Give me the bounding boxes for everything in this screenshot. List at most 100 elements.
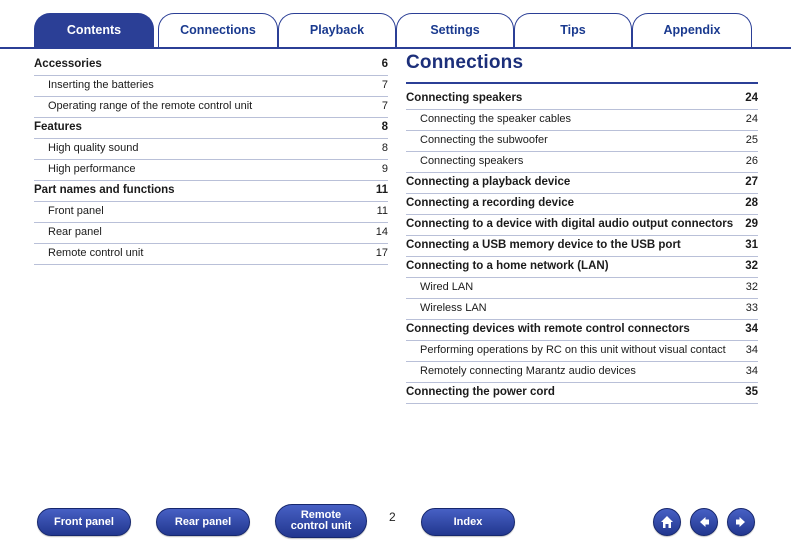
toc-entry-label: Connecting a USB memory device to the US… [406, 239, 681, 251]
previous-page-icon[interactable] [690, 508, 718, 536]
toc-entry[interactable]: Connecting speakers 26 [406, 153, 758, 171]
toc-entry[interactable]: Remote control unit 17 [34, 245, 388, 263]
toc-separator [406, 109, 758, 110]
toc-entry-label: Connecting to a device with digital audi… [406, 218, 734, 230]
toc-entry[interactable]: Connecting the speaker cables 24 [406, 111, 758, 129]
toc-separator [406, 361, 758, 362]
toc-entry[interactable]: Front panel 11 [34, 203, 388, 221]
toc-separator [406, 319, 758, 320]
tab-tips[interactable]: Tips [514, 13, 632, 48]
next-page-icon[interactable] [727, 508, 755, 536]
toc-separator [34, 138, 388, 139]
toc-separator [406, 403, 758, 404]
toc-separator [406, 235, 758, 236]
toc-entry[interactable]: Performing operations by RC on this unit… [406, 342, 758, 360]
toc-separator [34, 222, 388, 223]
toc-separator [406, 193, 758, 194]
toc-entry-label: Wired LAN [420, 281, 474, 293]
footer-bar: Front panel Rear panel Remote control un… [0, 495, 791, 557]
toc-entry[interactable]: Wireless LAN 33 [406, 300, 758, 318]
toc-entry[interactable]: Connecting to a device with digital audi… [406, 216, 758, 234]
toc-entry[interactable]: Connecting a playback device 27 [406, 174, 758, 192]
toc-entry-label: Accessories [34, 58, 102, 70]
toc-entry-page: 35 [745, 386, 758, 398]
toc-entry[interactable]: Connecting speakers 24 [406, 90, 758, 108]
toc-entry[interactable]: Connecting devices with remote control c… [406, 321, 758, 339]
toc-entry-label: Wireless LAN [420, 302, 487, 314]
toc-entry-label: Connecting devices with remote control c… [406, 323, 690, 335]
toc-entry-label: Connecting speakers [406, 92, 523, 104]
toc-entry-page: 24 [745, 113, 758, 125]
toc-entry[interactable]: High performance 9 [34, 161, 388, 179]
toc-entry-page: 31 [745, 239, 758, 251]
tab-contents[interactable]: Contents [34, 13, 154, 48]
document-page: Contents Connections Playback Settings T… [0, 0, 791, 557]
toc-entry-page: 14 [375, 226, 388, 238]
toc-entry-label: Operating range of the remote control un… [48, 100, 253, 112]
rear-panel-button[interactable]: Rear panel [156, 508, 250, 536]
front-panel-button[interactable]: Front panel [37, 508, 131, 536]
toc-separator [406, 256, 758, 257]
toc-entry[interactable]: Connecting to a home network (LAN) 32 [406, 258, 758, 276]
toc-entry-label: Front panel [48, 205, 104, 217]
toc-entry-page: 29 [745, 218, 758, 230]
page-title: Connections [406, 52, 524, 73]
toc-entry[interactable]: Connecting the power cord 35 [406, 384, 758, 402]
toc-entry-page: 9 [381, 163, 388, 175]
toc-entry[interactable]: High quality sound 8 [34, 140, 388, 158]
toc-separator [34, 75, 388, 76]
toc-entry[interactable]: Remotely connecting Marantz audio device… [406, 363, 758, 381]
toc-separator [406, 172, 758, 173]
toc-entry-label: Connecting a playback device [406, 176, 571, 188]
toc-separator [406, 340, 758, 341]
toc-entry-label: Rear panel [48, 226, 102, 238]
toc-entry-page: 7 [381, 79, 388, 91]
toc-entry-page: 32 [745, 260, 758, 272]
toc-entry[interactable]: Part names and functions 11 [34, 182, 388, 200]
toc-separator [406, 214, 758, 215]
toc-entry[interactable]: Connecting the subwoofer 25 [406, 132, 758, 150]
toc-entry-page: 26 [745, 155, 758, 167]
toc-entry[interactable]: Features 8 [34, 119, 388, 137]
tab-connections[interactable]: Connections [158, 13, 278, 48]
toc-entry[interactable]: Connecting a recording device 28 [406, 195, 758, 213]
toc-entry-page: 11 [376, 205, 388, 217]
toc-entry-label: Inserting the batteries [48, 79, 154, 91]
toc-separator [34, 180, 388, 181]
toc-entry-page: 8 [381, 142, 388, 154]
toc-separator [406, 277, 758, 278]
toc-entry-label: High performance [48, 163, 136, 175]
toc-entry-page: 28 [745, 197, 758, 209]
toc-entry-label: Connecting the subwoofer [420, 134, 548, 146]
toc-entry-page: 34 [745, 365, 758, 377]
index-button[interactable]: Index [421, 508, 515, 536]
toc-entry-page: 34 [745, 344, 758, 356]
page-number: 2 [389, 510, 396, 524]
toc-entry[interactable]: Operating range of the remote control un… [34, 98, 388, 116]
home-icon[interactable] [653, 508, 681, 536]
toc-entry-label: Connecting speakers [420, 155, 524, 167]
toc-entry-label: Remotely connecting Marantz audio device… [420, 365, 636, 377]
tab-appendix[interactable]: Appendix [632, 13, 752, 48]
toc-entry[interactable]: Connecting a USB memory device to the US… [406, 237, 758, 255]
toc-entry[interactable]: Wired LAN 32 [406, 279, 758, 297]
remote-control-unit-button[interactable]: Remote control unit [275, 504, 367, 538]
toc-separator [34, 96, 388, 97]
toc-entry-page: 27 [745, 176, 758, 188]
toc-separator [406, 298, 758, 299]
title-rule [406, 82, 758, 84]
toc-separator [34, 201, 388, 202]
toc-entry[interactable]: Inserting the batteries 7 [34, 77, 388, 95]
toc-entry-page: 25 [745, 134, 758, 146]
toc-entry-page: 8 [381, 121, 388, 133]
toc-entry-label: High quality sound [48, 142, 139, 154]
toc-entry[interactable]: Rear panel 14 [34, 224, 388, 242]
tab-settings[interactable]: Settings [396, 13, 514, 48]
tab-playback[interactable]: Playback [278, 13, 396, 48]
toc-separator [34, 159, 388, 160]
toc-separator [406, 151, 758, 152]
toc-entry-page: 6 [381, 58, 388, 70]
toc-entry-page: 32 [745, 281, 758, 293]
toc-entry-page: 24 [745, 92, 758, 104]
toc-entry[interactable]: Accessories 6 [34, 56, 388, 74]
